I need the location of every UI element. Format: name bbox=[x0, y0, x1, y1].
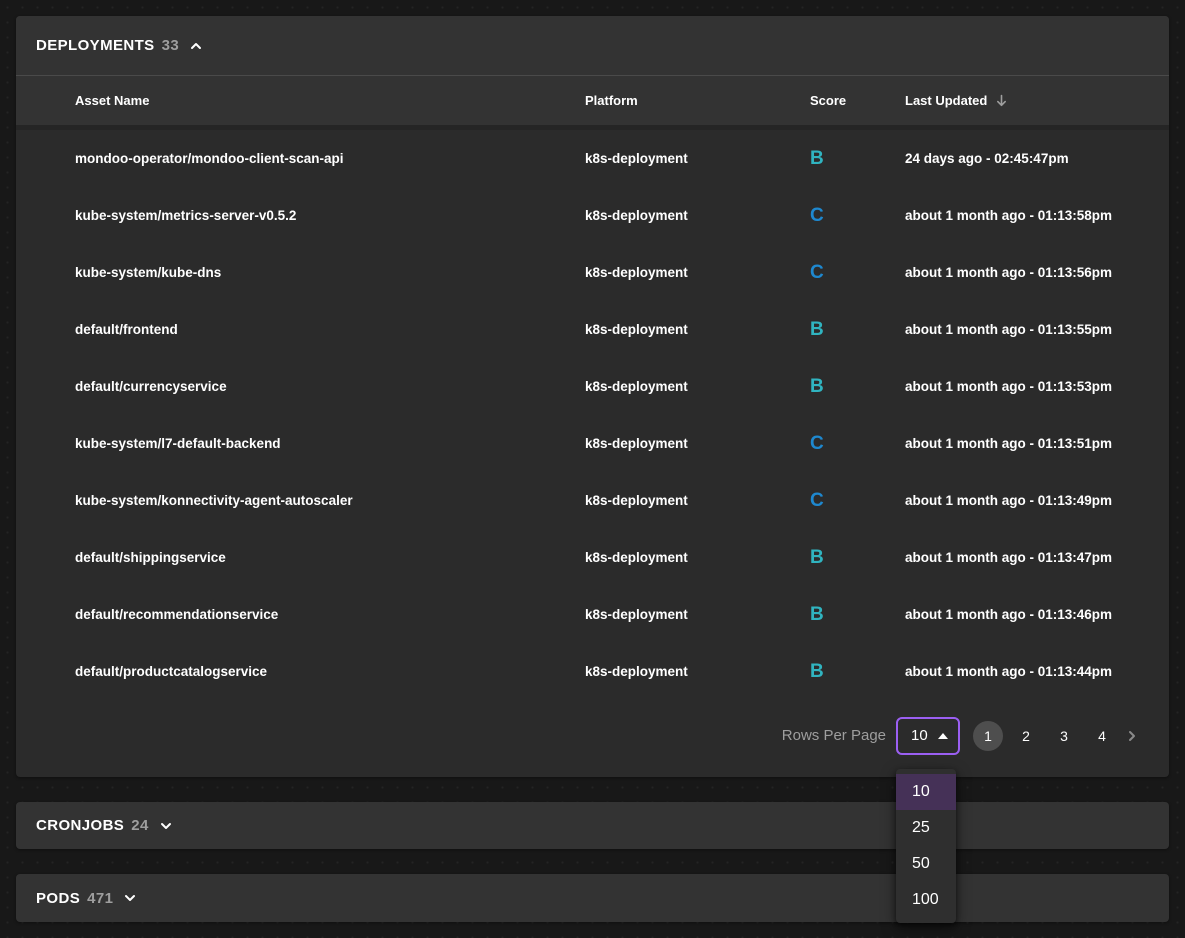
page-button-4[interactable]: 4 bbox=[1087, 721, 1117, 751]
rows-per-page-option-10[interactable]: 10 bbox=[896, 774, 956, 810]
pods-accordion-header[interactable]: PODS 471 bbox=[16, 874, 1169, 922]
next-page-button[interactable] bbox=[1117, 721, 1147, 751]
sort-descending-icon bbox=[994, 93, 1009, 108]
chevron-up-icon bbox=[188, 38, 204, 54]
cell-last-updated: about 1 month ago - 01:13:55pm bbox=[905, 322, 1169, 337]
column-header-score[interactable]: Score bbox=[810, 93, 905, 108]
cell-last-updated: about 1 month ago - 01:13:49pm bbox=[905, 493, 1169, 508]
cell-score: C bbox=[810, 433, 905, 455]
table-row[interactable]: default/shippingservicek8s-deploymentBab… bbox=[16, 529, 1169, 586]
cell-asset-name: default/recommendationservice bbox=[16, 607, 585, 622]
cell-platform: k8s-deployment bbox=[585, 436, 810, 451]
cell-last-updated: about 1 month ago - 01:13:47pm bbox=[905, 550, 1169, 565]
cell-score: B bbox=[810, 661, 905, 683]
score-grade-badge: C bbox=[810, 433, 824, 454]
cell-asset-name: default/productcatalogservice bbox=[16, 664, 585, 679]
score-grade-badge: C bbox=[810, 262, 824, 283]
cell-score: B bbox=[810, 604, 905, 626]
deployments-accordion-header[interactable]: DEPLOYMENTS 33 bbox=[16, 16, 1169, 76]
column-header-last-updated-label: Last Updated bbox=[905, 93, 987, 108]
rows-per-page-option-100[interactable]: 100 bbox=[896, 882, 956, 918]
chevron-down-icon bbox=[122, 890, 138, 906]
page-button-3[interactable]: 3 bbox=[1049, 721, 1079, 751]
chevron-down-icon bbox=[158, 818, 174, 834]
cell-platform: k8s-deployment bbox=[585, 151, 810, 166]
cell-platform: k8s-deployment bbox=[585, 607, 810, 622]
score-grade-badge: B bbox=[810, 148, 824, 169]
rows-per-page-option-50[interactable]: 50 bbox=[896, 846, 956, 882]
table-row[interactable]: mondoo-operator/mondoo-client-scan-apik8… bbox=[16, 130, 1169, 187]
rows-per-page-value: 10 bbox=[911, 727, 928, 744]
score-grade-badge: B bbox=[810, 547, 824, 568]
select-open-triangle-icon bbox=[938, 733, 948, 739]
pagination-bar: Rows Per Page 10 1234 bbox=[16, 700, 1169, 771]
score-grade-badge: B bbox=[810, 319, 824, 340]
rows-per-page-menu: 102550100 bbox=[896, 769, 956, 923]
cell-last-updated: about 1 month ago - 01:13:58pm bbox=[905, 208, 1169, 223]
table-row[interactable]: default/frontendk8s-deploymentBabout 1 m… bbox=[16, 301, 1169, 358]
page-buttons: 1234 bbox=[973, 721, 1117, 751]
cell-asset-name: kube-system/kube-dns bbox=[16, 265, 585, 280]
page: DEPLOYMENTS 33 Asset Name Platform Score… bbox=[0, 0, 1185, 938]
rows-per-page-option-25[interactable]: 25 bbox=[896, 810, 956, 846]
cell-asset-name: kube-system/l7-default-backend bbox=[16, 436, 585, 451]
cell-last-updated: about 1 month ago - 01:13:53pm bbox=[905, 379, 1169, 394]
column-header-last-updated[interactable]: Last Updated bbox=[905, 93, 1169, 108]
table-row[interactable]: kube-system/metrics-server-v0.5.2k8s-dep… bbox=[16, 187, 1169, 244]
cell-asset-name: default/shippingservice bbox=[16, 550, 585, 565]
column-header-asset-name[interactable]: Asset Name bbox=[16, 93, 585, 108]
cell-last-updated: about 1 month ago - 01:13:56pm bbox=[905, 265, 1169, 280]
cell-asset-name: default/frontend bbox=[16, 322, 585, 337]
deployments-section: DEPLOYMENTS 33 Asset Name Platform Score… bbox=[16, 16, 1169, 777]
deployments-title: DEPLOYMENTS bbox=[36, 37, 155, 54]
deployments-count: 33 bbox=[162, 37, 180, 54]
cell-asset-name: mondoo-operator/mondoo-client-scan-api bbox=[16, 151, 585, 166]
cell-platform: k8s-deployment bbox=[585, 664, 810, 679]
cell-platform: k8s-deployment bbox=[585, 493, 810, 508]
cell-asset-name: kube-system/metrics-server-v0.5.2 bbox=[16, 208, 585, 223]
cell-score: C bbox=[810, 262, 905, 284]
cell-last-updated: about 1 month ago - 01:13:44pm bbox=[905, 664, 1169, 679]
pods-count: 471 bbox=[87, 890, 113, 907]
cell-platform: k8s-deployment bbox=[585, 208, 810, 223]
cell-last-updated: about 1 month ago - 01:13:51pm bbox=[905, 436, 1169, 451]
column-header-platform[interactable]: Platform bbox=[585, 93, 810, 108]
cell-score: B bbox=[810, 376, 905, 398]
cell-score: B bbox=[810, 547, 905, 569]
cell-platform: k8s-deployment bbox=[585, 322, 810, 337]
table-row[interactable]: kube-system/l7-default-backendk8s-deploy… bbox=[16, 415, 1169, 472]
table-row[interactable]: default/recommendationservicek8s-deploym… bbox=[16, 586, 1169, 643]
page-button-1[interactable]: 1 bbox=[973, 721, 1003, 751]
score-grade-badge: B bbox=[810, 604, 824, 625]
cell-last-updated: about 1 month ago - 01:13:46pm bbox=[905, 607, 1169, 622]
cell-asset-name: kube-system/konnectivity-agent-autoscale… bbox=[16, 493, 585, 508]
cell-score: C bbox=[810, 205, 905, 227]
table-row[interactable]: kube-system/kube-dnsk8s-deploymentCabout… bbox=[16, 244, 1169, 301]
table-row[interactable]: default/productcatalogservicek8s-deploym… bbox=[16, 643, 1169, 700]
cronjobs-accordion-header[interactable]: CRONJOBS 24 bbox=[16, 802, 1169, 849]
cronjobs-count: 24 bbox=[131, 817, 149, 834]
cell-last-updated: 24 days ago - 02:45:47pm bbox=[905, 151, 1169, 166]
table-row[interactable]: kube-system/konnectivity-agent-autoscale… bbox=[16, 472, 1169, 529]
cell-asset-name: default/currencyservice bbox=[16, 379, 585, 394]
cell-score: B bbox=[810, 148, 905, 170]
page-button-2[interactable]: 2 bbox=[1011, 721, 1041, 751]
pods-title: PODS bbox=[36, 890, 80, 907]
table-body: mondoo-operator/mondoo-client-scan-apik8… bbox=[16, 130, 1169, 700]
score-grade-badge: C bbox=[810, 490, 824, 511]
cell-platform: k8s-deployment bbox=[585, 265, 810, 280]
score-grade-badge: C bbox=[810, 205, 824, 226]
table-header-row: Asset Name Platform Score Last Updated bbox=[16, 76, 1169, 130]
score-grade-badge: B bbox=[810, 661, 824, 682]
table-row[interactable]: default/currencyservicek8s-deploymentBab… bbox=[16, 358, 1169, 415]
rows-per-page-select[interactable]: 10 bbox=[896, 717, 960, 755]
cell-platform: k8s-deployment bbox=[585, 379, 810, 394]
cell-score: C bbox=[810, 490, 905, 512]
rows-per-page-label: Rows Per Page bbox=[782, 727, 886, 744]
cronjobs-title: CRONJOBS bbox=[36, 817, 124, 834]
score-grade-badge: B bbox=[810, 376, 824, 397]
cell-score: B bbox=[810, 319, 905, 341]
cell-platform: k8s-deployment bbox=[585, 550, 810, 565]
